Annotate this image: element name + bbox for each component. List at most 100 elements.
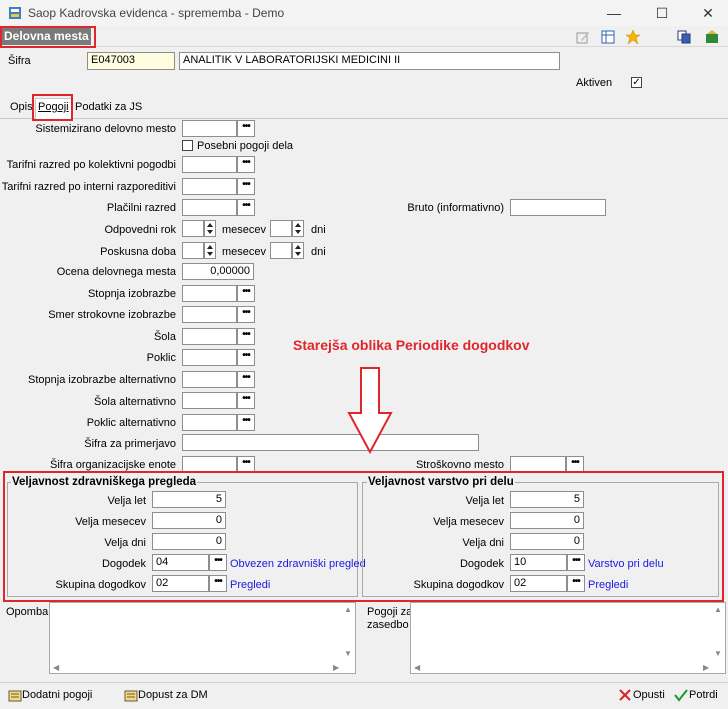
label-odpovedni: Odpovedni rok <box>104 224 176 236</box>
varstvo-dogodek-label: Dogodek <box>459 558 504 570</box>
pogoji-scroll-left-icon[interactable]: ◀ <box>414 663 420 672</box>
placilni-field[interactable] <box>182 199 237 216</box>
bruto-field[interactable] <box>510 199 606 216</box>
tarifni-kol-lookup[interactable]: ••• <box>237 156 255 173</box>
opusti-button[interactable]: Opusti <box>618 688 666 704</box>
label-sola: Šola <box>153 331 176 343</box>
varstvo-mesecev-field[interactable]: 0 <box>510 512 584 529</box>
tarifni-kol-field[interactable] <box>182 156 237 173</box>
varstvo-skupina-lookup[interactable]: ••• <box>567 575 585 592</box>
label-smer: Smer strokovne izobrazbe <box>48 309 176 321</box>
poskusna-months-field[interactable] <box>182 242 204 259</box>
placilni-lookup[interactable]: ••• <box>237 199 255 216</box>
potrdi-label: Potrdi <box>689 689 718 701</box>
annotation-text: Starejša oblika Periodike dogodkov <box>293 337 530 353</box>
label-sifra-org: Šifra organizacijske enote <box>50 459 176 471</box>
label-sistemizirano: Sistemizirano delovno mesto <box>35 123 176 135</box>
label-stopnja-alt: Stopnja izobrazbe alternativno <box>28 374 176 386</box>
sola-alt-field[interactable] <box>182 392 237 409</box>
pogoji-scroll-up-icon[interactable]: ▲ <box>714 605 722 614</box>
stopnja-alt-field[interactable] <box>182 371 237 388</box>
odpovedni-days-spinner[interactable] <box>292 220 304 237</box>
odpovedni-months-spinner[interactable] <box>204 220 216 237</box>
stopnja-alt-lookup[interactable]: ••• <box>237 371 255 388</box>
label-tarifni-int: Tarifni razred po interni razporeditivi <box>1 181 176 193</box>
opomba-scroll-down-icon[interactable]: ▼ <box>344 649 352 658</box>
posebni-checkbox[interactable] <box>182 140 193 151</box>
smer-field[interactable] <box>182 306 237 323</box>
sifra-code-field[interactable]: E047003 <box>87 52 175 70</box>
pogoji-scroll-down-icon[interactable]: ▼ <box>714 649 722 658</box>
poklic-alt-field[interactable] <box>182 414 237 431</box>
sola-alt-lookup[interactable]: ••• <box>237 392 255 409</box>
opomba-textarea[interactable]: ◀ ▶ ▲ ▼ <box>49 602 356 674</box>
varstvo-dogodek-name: Varstvo pri delu <box>588 558 664 570</box>
annotation-arrow <box>347 367 393 455</box>
poklic-lookup[interactable]: ••• <box>237 349 255 366</box>
stopnja-field[interactable] <box>182 285 237 302</box>
tab-opis[interactable]: Opis <box>10 99 33 116</box>
varstvo-let-field[interactable]: 5 <box>510 491 584 508</box>
varstvo-dogodek-lookup[interactable]: ••• <box>567 554 585 571</box>
poklic-field[interactable] <box>182 349 237 366</box>
varstvo-dogodek-field[interactable]: 10 <box>510 554 567 571</box>
sistemizirano-field[interactable] <box>182 120 237 137</box>
opomba-scroll-up-icon[interactable]: ▲ <box>344 605 352 614</box>
varstvo-skupina-name: Pregledi <box>588 579 629 591</box>
title-highlight <box>0 26 96 48</box>
tab-podatki-js[interactable]: Podatki za JS <box>75 99 142 116</box>
tarifni-int-lookup[interactable]: ••• <box>237 178 255 195</box>
odpovedni-months-field[interactable] <box>182 220 204 237</box>
minimize-button[interactable]: — <box>594 3 634 23</box>
zdrav-title: Veljavnost zdravniškega pregleda <box>11 476 198 488</box>
varstvo-skupina-label: Skupina dogodkov <box>413 579 504 591</box>
star-icon[interactable] <box>625 29 641 45</box>
zdrav-mesecev-field[interactable]: 0 <box>152 512 226 529</box>
zdrav-dogodek-field[interactable]: 04 <box>152 554 209 571</box>
zdrav-let-field[interactable]: 5 <box>152 491 226 508</box>
label-bruto: Bruto (informativno) <box>407 202 504 214</box>
posebni-label: Posebni pogoji dela <box>197 140 294 152</box>
label-ocena: Ocena delovnega mesta <box>56 266 176 278</box>
check-icon <box>674 688 688 702</box>
stopnja-lookup[interactable]: ••• <box>237 285 255 302</box>
poskusna-days-spinner[interactable] <box>292 242 304 259</box>
ocena-field[interactable]: 0,00000 <box>182 263 254 280</box>
tarifni-int-field[interactable] <box>182 178 237 195</box>
zdrav-dogodek-lookup[interactable]: ••• <box>209 554 227 571</box>
pogoji-scroll-right-icon[interactable]: ▶ <box>703 663 709 672</box>
sifra-prim-field[interactable] <box>182 434 479 451</box>
potrdi-button[interactable]: Potrdi <box>674 688 724 704</box>
poskusna-months-spinner[interactable] <box>204 242 216 259</box>
zdrav-skupina-lookup[interactable]: ••• <box>209 575 227 592</box>
edit-icon[interactable] <box>576 30 590 44</box>
aktiven-checkbox[interactable]: ✓ <box>631 77 642 88</box>
sistemizirano-lookup[interactable]: ••• <box>237 120 255 137</box>
zdrav-dogodek-label: Dogodek <box>101 558 146 570</box>
label-sifra-prim: Šifra za primerjavo <box>84 438 176 450</box>
copy-icon[interactable] <box>677 30 691 44</box>
smer-lookup[interactable]: ••• <box>237 306 255 323</box>
sola-field[interactable] <box>182 328 237 345</box>
maximize-button[interactable]: ☐ <box>642 3 682 23</box>
cancel-x-icon <box>618 688 632 702</box>
poskusna-days-field[interactable] <box>270 242 292 259</box>
zdrav-skupina-field[interactable]: 02 <box>152 575 209 592</box>
export-icon[interactable] <box>705 30 719 44</box>
zdrav-dni-field[interactable]: 0 <box>152 533 226 550</box>
odpovedni-days-field[interactable] <box>270 220 292 237</box>
dodatni-label: Dodatni pogoji <box>22 689 93 701</box>
sola-lookup[interactable]: ••• <box>237 328 255 345</box>
poklic-alt-lookup[interactable]: ••• <box>237 414 255 431</box>
close-button[interactable]: ✕ <box>688 3 728 23</box>
sifra-name-field[interactable]: ANALITIK V LABORATORIJSKI MEDICINI II <box>179 52 560 70</box>
zdrav-dni-label: Velja dni <box>104 537 146 549</box>
opomba-scroll-left-icon[interactable]: ◀ <box>53 663 59 672</box>
pogoji-zasedbo-textarea[interactable]: ◀ ▶ ▲ ▼ <box>410 602 726 674</box>
varstvo-skupina-field[interactable]: 02 <box>510 575 567 592</box>
table-icon[interactable] <box>601 30 615 44</box>
varstvo-dni-field[interactable]: 0 <box>510 533 584 550</box>
varstvo-let-label: Velja let <box>465 495 504 507</box>
dopust-label: Dopust za DM <box>138 689 208 701</box>
opomba-scroll-right-icon[interactable]: ▶ <box>333 663 339 672</box>
